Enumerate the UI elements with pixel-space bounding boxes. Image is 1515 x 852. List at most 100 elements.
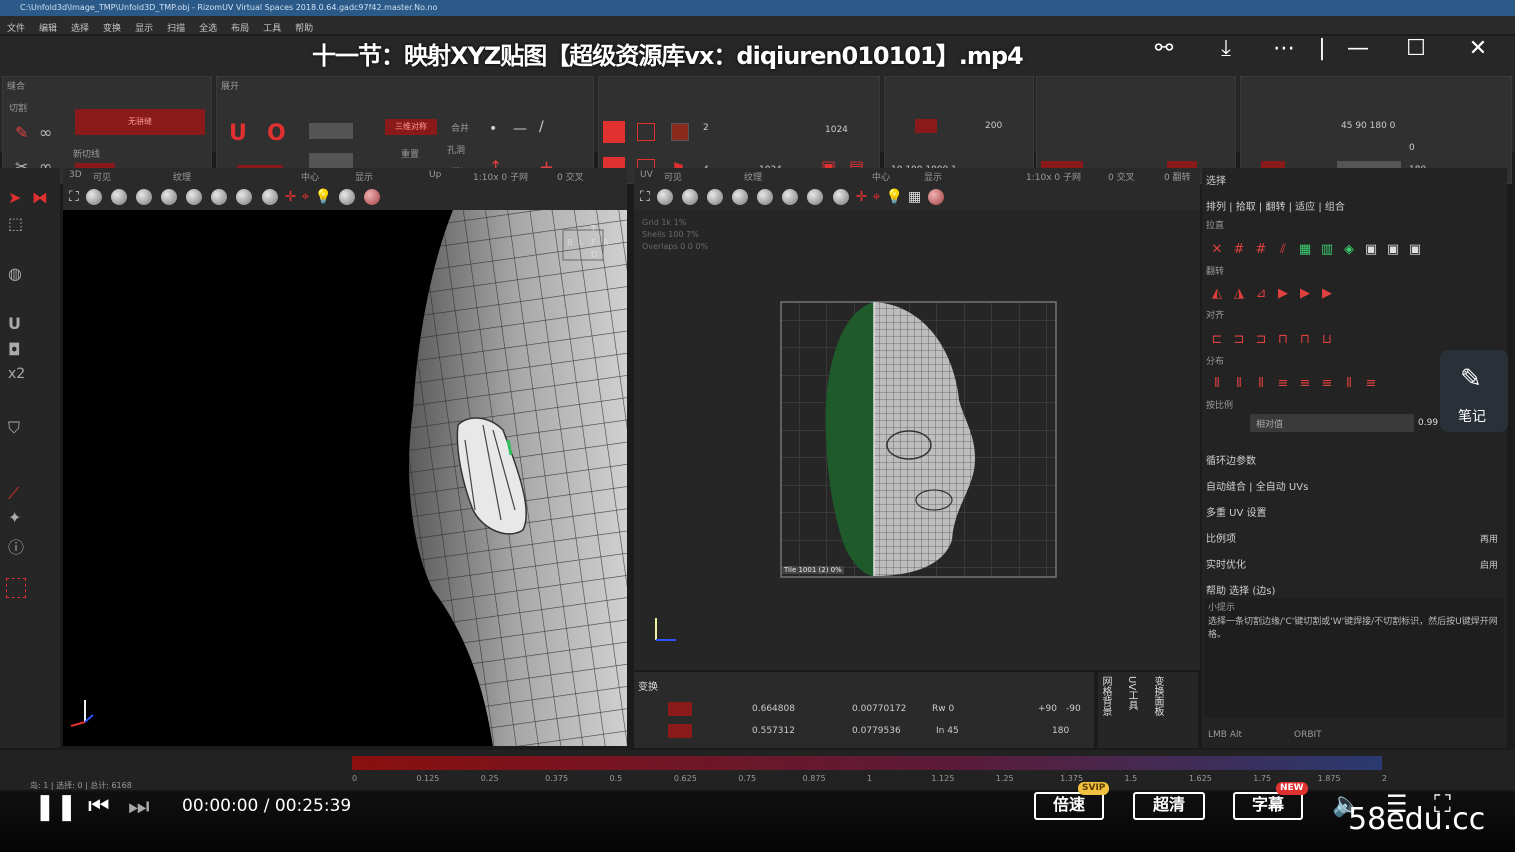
rotate-minus90[interactable]: -90: [1066, 704, 1081, 714]
unfold-dropdown[interactable]: [309, 123, 353, 139]
tv-value[interactable]: 0.557312: [752, 726, 795, 736]
rotate-plus90[interactable]: +90: [1038, 704, 1057, 714]
uv-grid-icon[interactable]: ▦: [908, 189, 921, 205]
marquee-icon[interactable]: [6, 578, 26, 598]
nav-cube-b[interactable]: B: [567, 238, 573, 247]
unfold-dropdown-2[interactable]: [309, 153, 353, 169]
transform-tab[interactable]: 变换面板: [1150, 676, 1165, 716]
in-value[interactable]: In 45: [936, 726, 959, 736]
uv-tools-tab[interactable]: UV工具: [1124, 676, 1139, 710]
select-arrow-icon[interactable]: ➤: [8, 188, 21, 207]
live-optimize-item[interactable]: 实时优化: [1206, 556, 1246, 571]
align-center-icon[interactable]: ⊐: [1232, 333, 1246, 347]
note-button[interactable]: ✎ 笔记: [1440, 350, 1508, 432]
diag-line-icon[interactable]: /: [539, 119, 544, 135]
o-tool-icon[interactable]: ◘: [8, 340, 21, 359]
rw-value[interactable]: Rw 0: [932, 704, 954, 714]
uv-white-ball-icon[interactable]: [732, 188, 749, 205]
seam-action-button[interactable]: 无骈缝: [75, 109, 205, 135]
optimize-o-icon[interactable]: O: [267, 121, 286, 146]
density-red-btn[interactable]: [915, 119, 937, 133]
flip-v-icon[interactable]: ◮: [1232, 287, 1246, 301]
center-target-icon[interactable]: ⌖: [301, 189, 309, 205]
gray-ball-icon[interactable]: [211, 188, 228, 205]
hash2-icon[interactable]: #: [1254, 243, 1268, 257]
maximize-icon[interactable]: ☐: [1400, 34, 1432, 64]
env-ball-icon[interactable]: [339, 188, 355, 205]
frame-b-icon[interactable]: ▣: [1386, 243, 1400, 257]
unfold-u-icon[interactable]: U: [229, 121, 247, 146]
rotate-180[interactable]: 180: [1052, 726, 1069, 736]
nav-cube-l[interactable]: L: [579, 238, 583, 247]
download-icon[interactable]: ⤓: [1210, 34, 1242, 64]
dist-e-icon[interactable]: ≡: [1298, 377, 1312, 391]
pin-icon[interactable]: •: [489, 121, 497, 137]
frame-icon[interactable]: ⬚: [8, 214, 23, 233]
uv-viewport[interactable]: Grid 1k 1% Shells 100 7% Overlaps 0 0 0%…: [634, 210, 1200, 670]
auto-seams-item[interactable]: 自动缝合 | 全自动 UVs: [1206, 478, 1308, 493]
pack-box-icon[interactable]: [637, 123, 655, 141]
line-icon[interactable]: —: [513, 121, 527, 137]
hash-icon[interactable]: #: [1232, 243, 1246, 257]
align-top-icon[interactable]: ⊓: [1276, 333, 1290, 347]
center-cross-icon[interactable]: ✛: [285, 189, 297, 205]
uv-center-target-icon[interactable]: ⌖: [872, 189, 880, 205]
uv-frame-icon[interactable]: ⛶: [640, 189, 650, 205]
flip-tri-icon[interactable]: ⊿: [1254, 287, 1268, 301]
transform-red-btn2[interactable]: [668, 724, 692, 738]
weld-icon[interactable]: ∞: [39, 123, 52, 142]
pause-icon[interactable]: ❚❚: [34, 792, 78, 822]
uv-grid-ball-icon[interactable]: [707, 188, 724, 205]
dist-f-icon[interactable]: ≡: [1320, 377, 1334, 391]
ratio-item[interactable]: 比例项: [1206, 530, 1236, 545]
sphere-icon[interactable]: ◍: [8, 264, 22, 283]
multi-uv-settings[interactable]: 多重 UV 设置: [1206, 504, 1267, 519]
uv-dark-ball-icon[interactable]: [807, 188, 824, 205]
uv-red-ball-icon[interactable]: [928, 188, 945, 205]
wire-ball-icon[interactable]: [111, 188, 127, 205]
subtitle-button[interactable]: 字幕: [1233, 792, 1303, 820]
loop-edges-param[interactable]: 循环边参数: [1206, 452, 1256, 467]
green-grid2-icon[interactable]: ▥: [1320, 243, 1334, 257]
align-right-icon[interactable]: ⊐: [1254, 333, 1268, 347]
x2-icon[interactable]: x2: [8, 366, 25, 382]
dist-d-icon[interactable]: ≡: [1276, 377, 1290, 391]
uv-shade-ball-icon[interactable]: [656, 188, 673, 205]
su-value[interactable]: 0.00770172: [852, 704, 906, 714]
close-icon[interactable]: ✕: [1462, 34, 1494, 64]
symmetry-button[interactable]: 三维对称: [385, 119, 437, 135]
slash-icon[interactable]: ⫽: [1276, 243, 1290, 257]
info-icon[interactable]: ⓘ: [8, 534, 24, 558]
frame-c-icon[interactable]: ▣: [1408, 243, 1422, 257]
flip-arrow2-icon[interactable]: ▶: [1298, 287, 1312, 301]
nav-cube-f[interactable]: F: [591, 238, 596, 247]
pack-grid-icon[interactable]: [603, 121, 625, 143]
light-bulb-icon[interactable]: 💡: [314, 189, 331, 205]
red-ball-icon[interactable]: [364, 188, 381, 205]
uv-center-cross-icon[interactable]: ✛: [856, 189, 868, 205]
flip-arrow3-icon[interactable]: ▶: [1320, 287, 1334, 301]
dark-ball-icon[interactable]: [236, 188, 253, 205]
nav-cube-d[interactable]: D: [591, 250, 597, 259]
dist-b-icon[interactable]: ⫴: [1232, 377, 1246, 391]
speed-button[interactable]: 倍速: [1034, 792, 1104, 820]
3d-viewport[interactable]: T B L F R D: [63, 210, 627, 746]
minimize-icon[interactable]: —: [1342, 34, 1374, 64]
transform-red-btn1[interactable]: [668, 702, 692, 716]
quality-button[interactable]: 超清: [1133, 792, 1205, 820]
pack-box2-icon[interactable]: [671, 123, 689, 141]
live-optimize-enable[interactable]: 启用: [1480, 558, 1498, 571]
align-left-icon[interactable]: ⊏: [1210, 333, 1224, 347]
align-mid-icon[interactable]: ⊓: [1298, 333, 1312, 347]
flip-arrow-icon[interactable]: ▶: [1276, 287, 1290, 301]
white-ball-icon[interactable]: [161, 188, 178, 205]
uv-wire-ball-icon[interactable]: [682, 188, 698, 205]
ratio-reuse-button[interactable]: 再用: [1480, 532, 1498, 545]
cut-x-icon[interactable]: ✕: [1210, 243, 1224, 257]
checker-ball-icon[interactable]: [186, 188, 203, 205]
grid-ball-icon[interactable]: [136, 188, 153, 205]
more-icon[interactable]: ⋯: [1268, 34, 1300, 64]
uv-checker-ball-icon[interactable]: [757, 188, 774, 205]
nav-cube-top[interactable]: T: [591, 224, 596, 233]
scale-slider[interactable]: 相对值: [1250, 414, 1414, 432]
